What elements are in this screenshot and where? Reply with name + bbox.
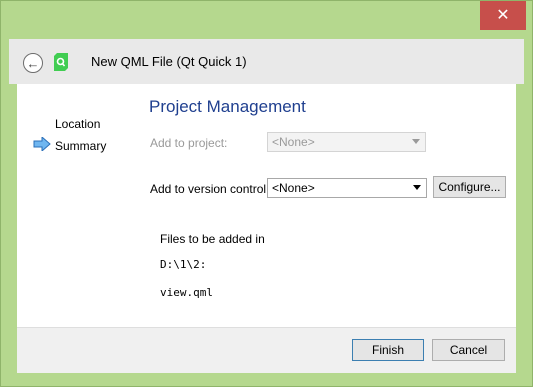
chevron-down-icon [413,185,421,190]
add-to-vcs-label: Add to version control: [150,182,270,196]
add-to-project-combobox: <None> [267,132,426,152]
finish-button[interactable]: Finish [352,339,424,361]
step-location: Location [55,117,101,131]
wizard-header: ← New QML File (Qt Quick 1) [9,39,524,84]
configure-button[interactable]: Configure... [433,176,506,198]
files-heading: Files to be added in [160,232,265,246]
right-arrow-icon [33,137,51,151]
back-arrow-icon: ← [26,55,40,71]
add-to-project-value: <None> [272,135,315,149]
target-directory: D:\1\2: [160,258,207,271]
window-title: New QML File (Qt Quick 1) [91,54,247,69]
wizard-footer: Finish Cancel [17,327,516,373]
close-button[interactable]: ✕ [480,1,526,30]
chevron-down-icon [412,139,420,144]
page-title: Project Management [149,97,306,116]
cancel-button[interactable]: Cancel [432,339,505,361]
qt-creator-icon [54,53,68,71]
close-icon: ✕ [496,6,510,24]
step-summary: Summary [55,139,107,153]
add-to-project-label: Add to project: [150,136,228,150]
wizard-window: ✕ ← New QML File (Qt Quick 1) Location S… [0,0,533,387]
back-button[interactable]: ← [23,53,43,73]
wizard-content: Location Summary Project Management Add … [17,84,516,327]
file-list-item: view.qml [160,286,213,299]
add-to-vcs-value: <None> [272,181,315,195]
add-to-vcs-combobox[interactable]: <None> [267,178,427,198]
